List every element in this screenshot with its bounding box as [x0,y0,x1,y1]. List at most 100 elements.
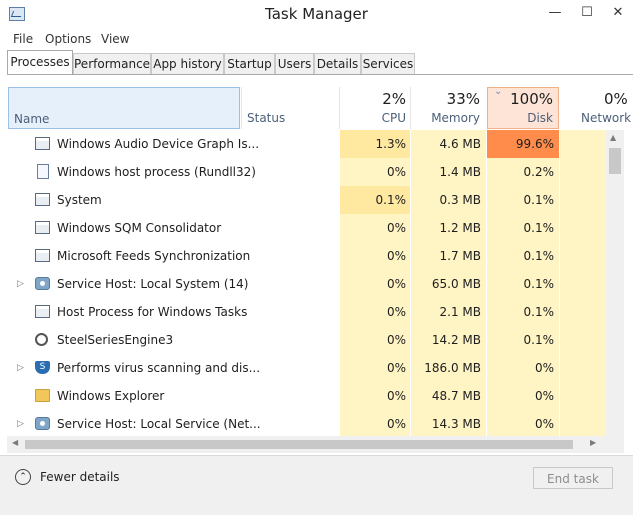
cpu-value: 0% [386,221,406,235]
tab-performance[interactable]: Performance [73,53,151,74]
tab-users[interactable]: Users [275,53,314,74]
process-name: Windows host process (Rundll32) [57,165,256,179]
disk-value: 0.1% [523,249,555,263]
column-name-label: Name [14,112,50,126]
minimize-button[interactable]: — [540,2,570,24]
disk-value: 0% [534,417,554,431]
column-header-status[interactable]: Status [242,87,339,129]
menu-options[interactable]: Options [45,32,91,46]
table-row[interactable]: Windows host process (Rundll32) 0% 1.4 MB 0… [0,158,606,186]
process-name: Windows Audio Device Graph Is... [57,137,260,151]
memory-value: 1.4 MB [439,165,481,179]
column-network-label: Network [581,111,632,125]
gear-icon [35,277,50,290]
table-row[interactable]: Microsoft Feeds Synchronization 0% 1.7 MB 0… [0,242,606,270]
cpu-total: 2% [382,90,406,108]
gear-icon [35,417,50,430]
vertical-scrollbar[interactable]: ▲ [606,130,624,436]
disk-value: 0% [534,389,554,403]
tab-strip: Processes Performance App history Startu… [7,50,633,75]
cpu-value: 0% [386,333,406,347]
memory-value: 14.2 MB [431,333,481,347]
memory-value: 0.3 MB [439,193,481,207]
memory-value: 65.0 MB [431,277,481,291]
close-button[interactable]: ✕ [603,2,633,24]
column-memory-label: Memory [431,111,480,125]
table-row[interactable]: Windows Explorer 0% 48.7 MB 0% [0,382,606,410]
scroll-up-icon[interactable]: ▲ [610,133,616,142]
expand-arrow-icon[interactable]: ▷ [17,410,24,438]
engine-icon [35,333,48,346]
tab-startup[interactable]: Startup [224,53,275,74]
footer-bar: ⌃ Fewer details End task [0,455,633,515]
tab-app-history[interactable]: App history [151,53,224,74]
column-header-network[interactable]: 0% Network [560,87,633,129]
network-total: 0% [604,90,628,108]
scroll-left-icon[interactable]: ◀ [12,438,18,447]
column-cpu-label: CPU [381,111,406,125]
disk-value: 99.6% [487,130,559,158]
title-bar: Task Manager — ☐ ✕ [0,0,633,28]
cpu-value: 0.1% [340,186,410,214]
disk-value: 0% [534,361,554,375]
column-header-memory[interactable]: 33% Memory [411,87,486,129]
vertical-scroll-thumb[interactable] [609,148,621,174]
table-row[interactable]: ▷ Service Host: Local Service (Net... 0% 14… [0,410,606,438]
disk-value: 0.1% [523,305,555,319]
column-status-label: Status [247,111,286,125]
expand-arrow-icon[interactable]: ▷ [17,270,24,298]
menu-file[interactable]: File [13,32,33,46]
table-row[interactable]: ▷ Service Host: Local System (14) 0% 65.0 M… [0,270,606,298]
column-header-name[interactable]: Name [8,87,240,129]
process-name: Service Host: Local System (14) [57,277,249,291]
end-task-button[interactable]: End task [533,467,613,489]
maximize-button[interactable]: ☐ [572,2,602,24]
table-row[interactable]: Host Process for Windows Tasks 0% 2.1 MB 0.… [0,298,606,326]
memory-value: 4.6 MB [439,137,481,151]
cpu-value: 0% [386,305,406,319]
expand-arrow-icon[interactable]: ▷ [17,354,24,382]
column-header-cpu[interactable]: 2% CPU [340,87,410,129]
table-row[interactable]: SteelSeriesEngine3 0% 14.2 MB 0.1% [0,326,606,354]
cpu-value: 0% [386,417,406,431]
process-name: System [57,193,102,207]
process-name: Host Process for Windows Tasks [57,305,248,319]
scroll-right-icon[interactable]: ▶ [590,438,596,447]
process-name: Service Host: Local Service (Net... [57,417,261,431]
memory-value: 14.3 MB [431,417,481,431]
disk-value: 0.1% [523,277,555,291]
table-row[interactable]: Windows Audio Device Graph Is... 1.3% 4.6 … [0,130,606,158]
tab-processes[interactable]: Processes [7,50,73,75]
menu-view[interactable]: View [101,32,129,46]
horizontal-scroll-thumb[interactable] [25,440,573,449]
memory-value: 186.0 MB [424,361,481,375]
column-disk-label: Disk [527,111,553,125]
cpu-value: 0% [386,389,406,403]
table-row[interactable]: ▷ S Performs virus scanning and dis... 0% 18… [0,354,606,382]
chevron-up-icon[interactable]: ⌃ [15,469,31,485]
tab-services[interactable]: Services [361,53,415,74]
memory-total: 33% [446,90,480,108]
tab-details[interactable]: Details [314,53,361,74]
window-icon [35,137,50,150]
process-name: Windows Explorer [57,389,165,403]
process-name: Microsoft Feeds Synchronization [57,249,251,263]
table-row[interactable]: Windows SQM Consolidator 0% 1.2 MB 0.1% [0,214,606,242]
cpu-value: 1.3% [340,130,410,158]
disk-value: 0.2% [523,165,555,179]
disk-value: 0.1% [523,221,555,235]
process-name: Performs virus scanning and dis... [57,361,261,375]
fewer-details-link[interactable]: Fewer details [40,470,120,484]
window-icon [35,221,50,234]
process-name: Windows SQM Consolidator [57,221,222,235]
memory-value: 1.2 MB [439,221,481,235]
horizontal-scrollbar[interactable]: ◀ ▶ [7,436,624,453]
disk-total: 100% [510,90,553,108]
shield-icon: S [35,361,50,374]
column-header-disk[interactable]: ⌄ 100% Disk [487,86,559,129]
table-row[interactable]: System 0.1% 0.3 MB 0.1% [0,186,606,214]
disk-value: 0.1% [523,333,555,347]
cpu-value: 0% [386,249,406,263]
memory-value: 1.7 MB [439,249,481,263]
process-name: SteelSeriesEngine3 [57,333,174,347]
